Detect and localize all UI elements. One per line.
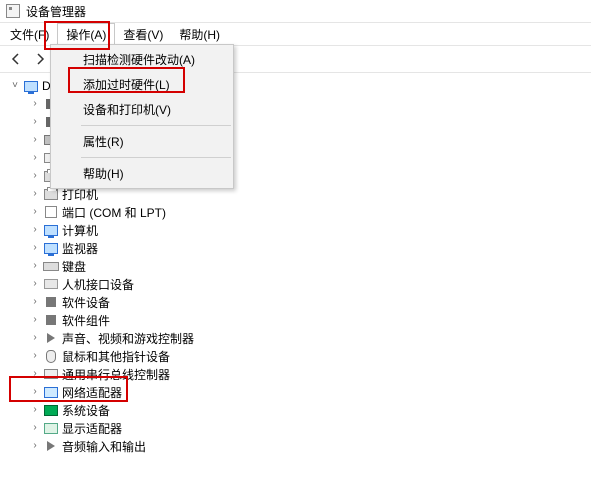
tree-item[interactable]: › 显示适配器 (4, 419, 591, 437)
title-bar: 设备管理器 (0, 0, 591, 23)
menu-item-label: 设备和打印机(V) (83, 103, 171, 117)
component-icon (42, 312, 60, 328)
sound-icon (42, 438, 60, 454)
chevron-right-icon[interactable]: › (28, 423, 42, 433)
chevron-right-icon[interactable]: › (28, 405, 42, 415)
arrow-left-icon (9, 52, 23, 66)
tree-item-label: 显示适配器 (62, 420, 122, 437)
chevron-right-icon[interactable]: › (28, 189, 42, 199)
tree-item-label: 声音、视频和游戏控制器 (62, 330, 194, 347)
window-title: 设备管理器 (26, 3, 86, 20)
menu-file-label: 文件(F) (10, 26, 49, 43)
menu-file[interactable]: 文件(F) (2, 23, 57, 45)
tree-item-label: 系统设备 (62, 402, 110, 419)
tree-item-label: 音频输入和输出 (62, 438, 146, 455)
menu-action[interactable]: 操作(A) (57, 23, 115, 45)
mouse-icon (42, 348, 60, 364)
chevron-right-icon[interactable]: › (28, 261, 42, 271)
display-icon (42, 420, 60, 436)
chevron-right-icon[interactable]: › (28, 315, 42, 325)
menu-add-legacy-hardware[interactable]: 添加过时硬件(L) (51, 72, 233, 97)
chevron-right-icon[interactable]: › (28, 333, 42, 343)
chevron-right-icon[interactable]: › (28, 279, 42, 289)
app-icon (6, 4, 20, 18)
monitor-icon (42, 222, 60, 238)
action-dropdown: 扫描检测硬件改动(A) 添加过时硬件(L) 设备和打印机(V) 属性(R) 帮助… (50, 44, 234, 189)
tree-item-label: 网络适配器 (62, 384, 122, 401)
arrow-right-icon (33, 52, 47, 66)
menu-help-label: 帮助(H) (179, 26, 220, 43)
menu-separator (81, 125, 231, 126)
chevron-right-icon[interactable]: › (28, 153, 42, 163)
tree-item[interactable]: › 端口 (COM 和 LPT) (4, 203, 591, 221)
component-icon (42, 294, 60, 310)
keyboard-icon (42, 258, 60, 274)
chevron-right-icon[interactable]: › (28, 117, 42, 127)
sound-icon (42, 330, 60, 346)
tree-item-label: 软件组件 (62, 312, 110, 329)
computer-icon (22, 78, 40, 94)
tree-item[interactable]: › 键盘 (4, 257, 591, 275)
tree-item[interactable]: › 鼠标和其他指针设备 (4, 347, 591, 365)
menu-view[interactable]: 查看(V) (115, 23, 171, 45)
tree-item-label: 计算机 (62, 222, 98, 239)
menu-bar: 文件(F) 操作(A) 查看(V) 帮助(H) (0, 23, 591, 45)
tree-item[interactable]: › 计算机 (4, 221, 591, 239)
net-icon (42, 384, 60, 400)
expander-icon[interactable]: ˅ (8, 81, 22, 91)
chevron-right-icon[interactable]: › (28, 171, 42, 181)
sys-icon (42, 402, 60, 418)
tree-item[interactable]: › 声音、视频和游戏控制器 (4, 329, 591, 347)
chevron-right-icon[interactable]: › (28, 369, 42, 379)
tree-item-label: 人机接口设备 (62, 276, 134, 293)
tree-item[interactable]: › 系统设备 (4, 401, 591, 419)
back-button[interactable] (6, 49, 26, 69)
menu-help[interactable]: 帮助(H) (171, 23, 228, 45)
tree-item[interactable]: › 软件设备 (4, 293, 591, 311)
hid-icon (42, 276, 60, 292)
menu-item-label: 添加过时硬件(L) (83, 78, 170, 92)
menu-devices-printers[interactable]: 设备和打印机(V) (51, 97, 233, 122)
menu-item-label: 扫描检测硬件改动(A) (83, 53, 195, 67)
tree-item-label: 监视器 (62, 240, 98, 257)
menu-item-label: 属性(R) (83, 135, 124, 149)
tree-item[interactable]: › 音频输入和输出 (4, 437, 591, 455)
chevron-right-icon[interactable]: › (28, 387, 42, 397)
chevron-right-icon[interactable]: › (28, 351, 42, 361)
chevron-right-icon[interactable]: › (28, 99, 42, 109)
tree-item-label: 通用串行总线控制器 (62, 366, 170, 383)
menu-scan-hardware[interactable]: 扫描检测硬件改动(A) (51, 47, 233, 72)
tree-item[interactable]: › 通用串行总线控制器 (4, 365, 591, 383)
menu-view-label: 查看(V) (123, 26, 163, 43)
tree-item-label: 端口 (COM 和 LPT) (62, 204, 166, 221)
menu-help-item[interactable]: 帮助(H) (51, 161, 233, 186)
tree-item[interactable]: › 人机接口设备 (4, 275, 591, 293)
monitor-icon (42, 240, 60, 256)
tree-item[interactable]: › 网络适配器 (4, 383, 591, 401)
chevron-right-icon[interactable]: › (28, 441, 42, 451)
port-icon (42, 204, 60, 220)
tree-item-label: 鼠标和其他指针设备 (62, 348, 170, 365)
chevron-right-icon[interactable]: › (28, 135, 42, 145)
tree-item-label: 键盘 (62, 258, 86, 275)
forward-button[interactable] (30, 49, 50, 69)
menu-action-label: 操作(A) (66, 26, 106, 43)
chevron-right-icon[interactable]: › (28, 207, 42, 217)
chevron-right-icon[interactable]: › (28, 225, 42, 235)
menu-properties[interactable]: 属性(R) (51, 129, 233, 154)
chevron-right-icon[interactable]: › (28, 243, 42, 253)
tree-item[interactable]: › 监视器 (4, 239, 591, 257)
tree-item-label: 软件设备 (62, 294, 110, 311)
menu-separator (81, 157, 231, 158)
tree-item[interactable]: › 软件组件 (4, 311, 591, 329)
menu-item-label: 帮助(H) (83, 167, 124, 181)
chevron-right-icon[interactable]: › (28, 297, 42, 307)
usb-icon (42, 366, 60, 382)
